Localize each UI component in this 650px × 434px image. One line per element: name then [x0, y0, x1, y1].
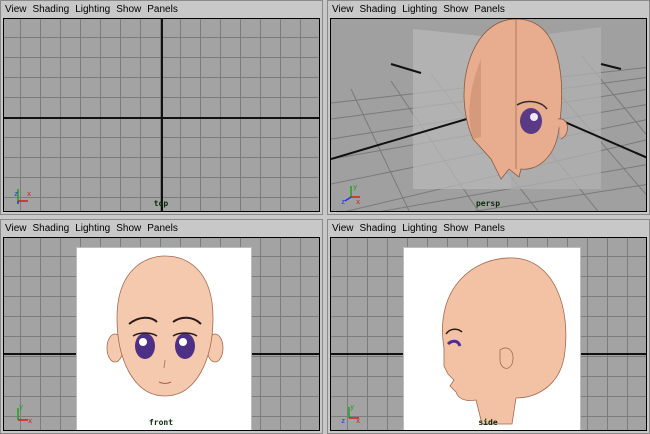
grid-axis-vertical [161, 19, 163, 211]
menu-panels[interactable]: Panels [147, 223, 178, 234]
menu-show[interactable]: Show [116, 4, 141, 15]
side-reference-image [404, 248, 580, 430]
menu-view[interactable]: View [5, 223, 27, 234]
menu-show[interactable]: Show [443, 223, 468, 234]
axis-gizmo-icon: y x [17, 403, 32, 424]
viewport-persp[interactable]: y z x persp [330, 18, 647, 212]
viewport-front[interactable]: y x front [3, 237, 320, 431]
camera-label-front: front [148, 418, 174, 427]
head-front-illustration [106, 255, 224, 397]
camera-label-side: side [478, 418, 498, 427]
front-reference-image [77, 248, 251, 430]
svg-text:z: z [14, 190, 18, 198]
panel-menubar: View Shading Lighting Show Panels [1, 220, 322, 236]
menu-view[interactable]: View [332, 4, 354, 15]
menu-panels[interactable]: Panels [147, 4, 178, 15]
head-side-illustration [442, 257, 567, 425]
camera-label-persp: persp [475, 199, 501, 208]
svg-text:z: z [341, 198, 345, 205]
viewport-panel-front[interactable]: View Shading Lighting Show Panels y x fr… [0, 219, 323, 434]
menu-show[interactable]: Show [443, 4, 468, 15]
svg-text:x: x [27, 190, 31, 198]
svg-text:x: x [356, 198, 360, 205]
axis-gizmo-icon: y z x [341, 403, 360, 424]
menu-shading[interactable]: Shading [33, 4, 70, 15]
menu-show[interactable]: Show [116, 223, 141, 234]
svg-text:z: z [341, 417, 345, 424]
camera-label-top: top [153, 199, 169, 208]
menu-shading[interactable]: Shading [360, 4, 397, 15]
panel-menubar: View Shading Lighting Show Panels [1, 1, 322, 17]
menu-panels[interactable]: Panels [474, 4, 505, 15]
menu-lighting[interactable]: Lighting [402, 223, 437, 234]
menu-lighting[interactable]: Lighting [402, 4, 437, 15]
panel-menubar: View Shading Lighting Show Panels [328, 220, 649, 236]
svg-text:x: x [28, 417, 32, 424]
menu-lighting[interactable]: Lighting [75, 4, 110, 15]
svg-text:y: y [19, 403, 23, 411]
menu-lighting[interactable]: Lighting [75, 223, 110, 234]
viewport-panel-side[interactable]: View Shading Lighting Show Panels y z x … [327, 219, 650, 434]
menu-shading[interactable]: Shading [360, 223, 397, 234]
svg-text:y: y [350, 403, 354, 411]
viewport-panel-persp[interactable]: View Shading Lighting Show Panels y z x … [327, 0, 650, 215]
svg-text:y: y [353, 183, 357, 191]
menu-shading[interactable]: Shading [33, 223, 70, 234]
svg-text:x: x [356, 417, 360, 424]
menu-view[interactable]: View [332, 223, 354, 234]
panel-menubar: View Shading Lighting Show Panels [328, 1, 649, 17]
viewport-top[interactable]: x z top [3, 18, 320, 212]
axis-gizmo-icon: y z x [341, 183, 360, 205]
persp-scene [331, 19, 646, 211]
menu-view[interactable]: View [5, 4, 27, 15]
axis-gizmo-icon: x z [14, 189, 31, 204]
viewport-panel-top[interactable]: View Shading Lighting Show Panels x z to… [0, 0, 323, 215]
viewport-side[interactable]: y z x side [330, 237, 647, 431]
menu-panels[interactable]: Panels [474, 223, 505, 234]
